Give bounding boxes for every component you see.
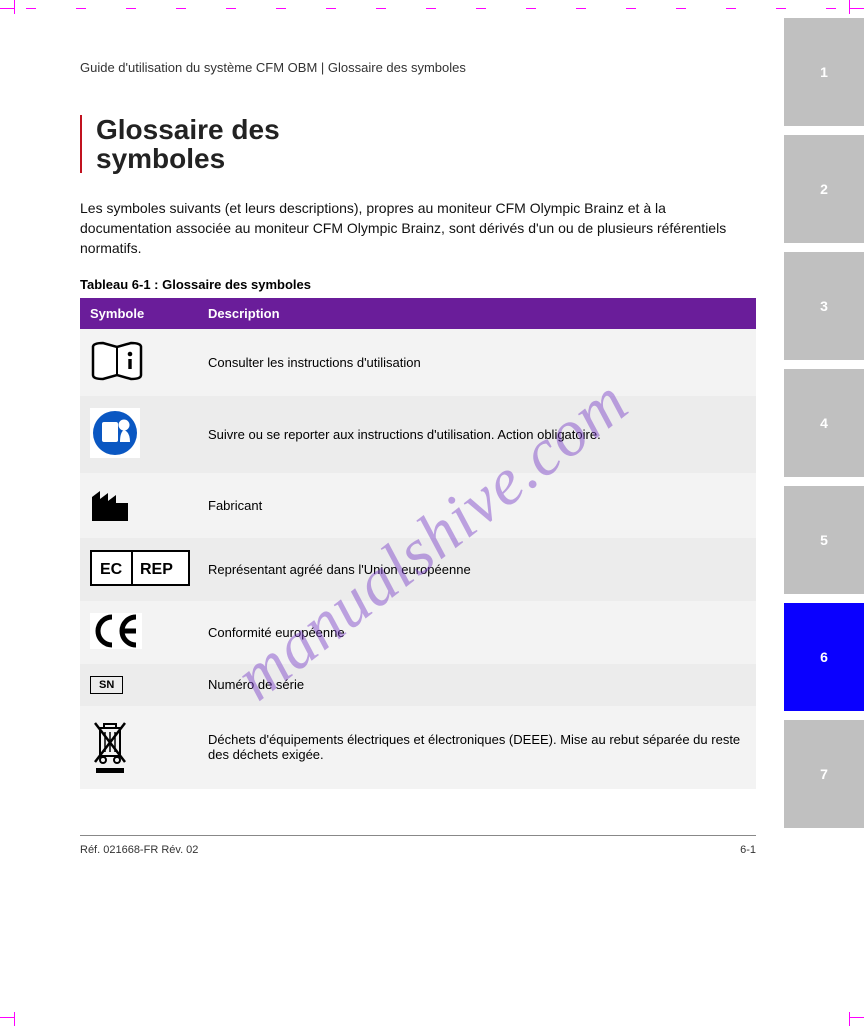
table-cell-description: Fabricant xyxy=(198,473,756,538)
table-header-description: Description xyxy=(198,298,756,329)
follow-instructions-icon xyxy=(90,408,140,458)
title-accent-bar xyxy=(80,115,82,173)
chapter-tab-3[interactable]: 3 xyxy=(784,252,864,360)
svg-text:EC: EC xyxy=(100,561,123,578)
chapter-tab-5[interactable]: 5 xyxy=(784,486,864,594)
ec-rep-icon: EC REP xyxy=(90,550,190,586)
breadcrumb: Guide d'utilisation du système CFM OBM |… xyxy=(80,60,756,75)
page-title-line1: Glossaire des xyxy=(96,115,280,144)
table-row: Déchets d'équipements électriques et éle… xyxy=(80,706,756,789)
table-row: Suivre ou se reporter aux instructions d… xyxy=(80,396,756,473)
consult-ifu-icon xyxy=(90,341,144,381)
table-row: Fabricant xyxy=(80,473,756,538)
table-header-symbol: Symbole xyxy=(80,298,198,329)
chapter-tab-6[interactable]: 6 xyxy=(784,603,864,711)
ce-mark-icon xyxy=(90,613,142,649)
table-row: EC REP Représentant agréé dans l'Union e… xyxy=(80,538,756,601)
intro-paragraph: Les symboles suivants (et leurs descript… xyxy=(80,198,756,259)
weee-icon xyxy=(90,718,130,774)
chapter-tabs: 1 2 3 4 5 6 7 xyxy=(784,18,864,828)
footer-page-number: 6-1 xyxy=(740,844,756,856)
crop-dashes xyxy=(26,8,838,9)
table-caption: Tableau 6-1 : Glossaire des symboles xyxy=(80,277,756,292)
page-title-line2: symboles xyxy=(96,144,280,173)
table-cell-description: Déchets d'équipements électriques et éle… xyxy=(198,706,756,789)
table-cell-description: Représentant agréé dans l'Union européen… xyxy=(198,538,756,601)
table-cell-description: Numéro de série xyxy=(198,664,756,706)
serial-number-icon: SN xyxy=(90,676,123,694)
table-cell-description: Conformité européenne xyxy=(198,601,756,664)
manufacturer-icon xyxy=(90,485,130,523)
chapter-tab-4[interactable]: 4 xyxy=(784,369,864,477)
table-row: SN Numéro de série xyxy=(80,664,756,706)
table-row: Consulter les instructions d'utilisation xyxy=(80,329,756,396)
chapter-tab-2[interactable]: 2 xyxy=(784,135,864,243)
chapter-tab-1[interactable]: 1 xyxy=(784,18,864,126)
svg-text:REP: REP xyxy=(140,561,173,578)
table-row: Conformité européenne xyxy=(80,601,756,664)
table-cell-description: Suivre ou se reporter aux instructions d… xyxy=(198,396,756,473)
footer-rule xyxy=(80,835,756,836)
chapter-tab-7[interactable]: 7 xyxy=(784,720,864,828)
table-cell-description: Consulter les instructions d'utilisation xyxy=(198,329,756,396)
symbol-glossary-table: Symbole Description Consulter les xyxy=(80,298,756,789)
footer-part-number: Réf. 021668-FR Rév. 02 xyxy=(80,844,198,856)
